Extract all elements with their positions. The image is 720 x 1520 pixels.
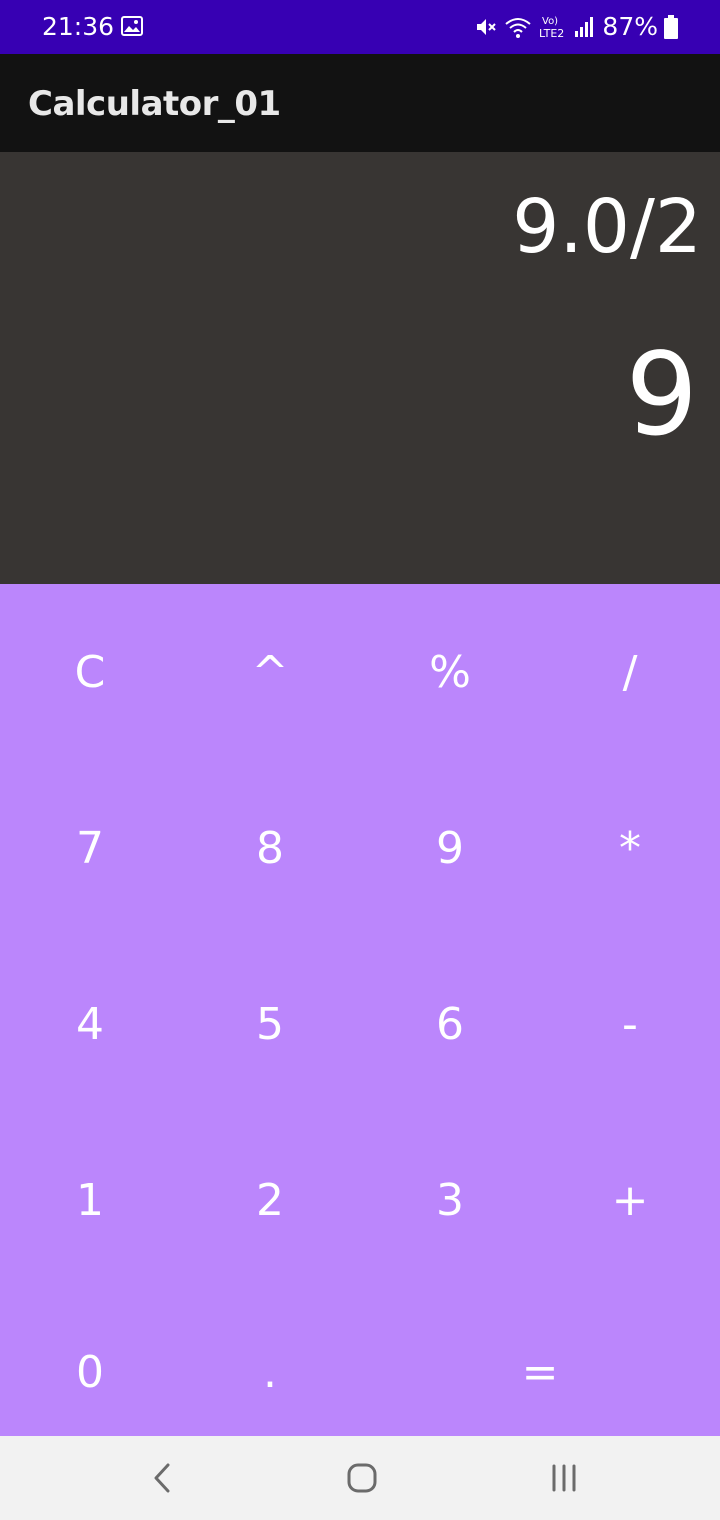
back-icon[interactable] [140, 1458, 184, 1498]
power-button[interactable]: ^ [180, 584, 360, 760]
digit-4-button[interactable]: 4 [0, 936, 180, 1112]
result-text: 9 [625, 328, 698, 461]
home-icon[interactable] [340, 1458, 384, 1498]
svg-text:Vo): Vo) [542, 16, 558, 27]
mute-icon [474, 15, 498, 39]
digit-9-button[interactable]: 9 [360, 760, 540, 936]
digit-0-button[interactable]: 0 [0, 1284, 180, 1460]
keypad: C ^ % / 7 8 9 * 4 5 6 - 1 2 3 + 0 . = [0, 584, 720, 1436]
status-icons: Vo) LTE2 87% [474, 12, 678, 41]
multiply-button[interactable]: * [540, 760, 720, 936]
digit-6-button[interactable]: 6 [360, 936, 540, 1112]
digit-2-button[interactable]: 2 [180, 1112, 360, 1288]
wifi-icon [504, 15, 532, 39]
equals-button[interactable]: = [360, 1284, 720, 1460]
calculator-display: 9.0/2 9 [0, 152, 720, 584]
battery-percentage: 87% [602, 12, 658, 41]
recents-icon[interactable] [542, 1458, 586, 1498]
digit-5-button[interactable]: 5 [180, 936, 360, 1112]
status-time: 21:36 [42, 12, 115, 41]
status-bar: 21:36 Vo) LTE2 87% [0, 0, 720, 54]
clear-button[interactable]: C [0, 584, 180, 760]
app-title: Calculator_01 [28, 84, 281, 124]
add-button[interactable]: + [540, 1112, 720, 1288]
app-bar: Calculator_01 [0, 54, 720, 152]
expression-text: 9.0/2 [512, 184, 702, 270]
battery-icon [664, 14, 678, 39]
subtract-button[interactable]: - [540, 936, 720, 1112]
digit-7-button[interactable]: 7 [0, 760, 180, 936]
signal-icon [574, 16, 594, 38]
digit-1-button[interactable]: 1 [0, 1112, 180, 1288]
percent-button[interactable]: % [360, 584, 540, 760]
volte-icon: Vo) LTE2 [538, 14, 568, 40]
divide-button[interactable]: / [540, 584, 720, 760]
digit-3-button[interactable]: 3 [360, 1112, 540, 1288]
digit-8-button[interactable]: 8 [180, 760, 360, 936]
gallery-notification-icon [121, 16, 143, 36]
svg-text:LTE2: LTE2 [539, 27, 564, 40]
decimal-button[interactable]: . [180, 1284, 360, 1460]
navigation-bar [0, 1436, 720, 1520]
